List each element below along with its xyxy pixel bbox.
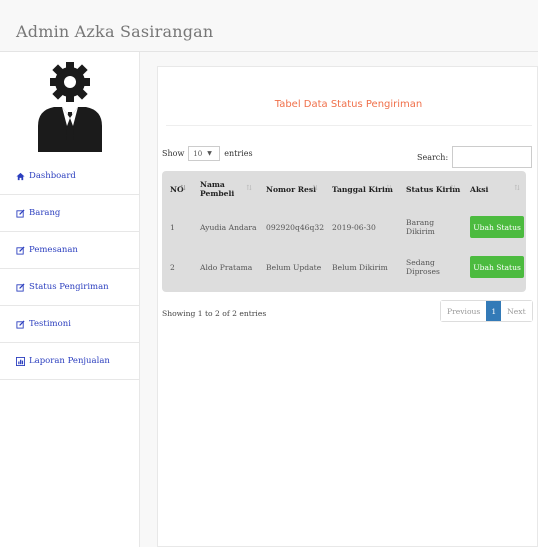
column-header-aksi[interactable]: Aksi ⇅ [462, 171, 526, 207]
sidebar-item-label: Status Pengiriman [29, 282, 109, 292]
main-content: Tabel Data Status Pengiriman Show 10 ▼ e… [157, 66, 538, 547]
sort-icon: ⇅ [514, 184, 520, 192]
home-icon [16, 172, 25, 180]
column-header-nomor-resi[interactable]: Nomor Resi ⇅ [258, 171, 324, 207]
cell-aksi: Ubah Status [462, 247, 526, 287]
edit-icon [16, 245, 25, 255]
entries-value: 10 [193, 149, 203, 158]
data-table-wrapper: NO ⇅ Nama Pembeli ⇅ Nomor Resi ⇅ Tanggal Ki… [162, 171, 526, 292]
cell-nomor-resi: Belum Update [266, 262, 322, 272]
divider [166, 125, 532, 126]
cell-status-kirim: Barang Dikirim [406, 218, 435, 236]
sidebar-item-pemesanan[interactable]: Pemesanan [0, 232, 140, 269]
cell-status-kirim: Sedang Diproses [406, 258, 440, 276]
top-navbar: Admin Azka Sasirangan [0, 0, 538, 52]
sidebar-item-label: Pemesanan [29, 245, 78, 255]
edit-icon [16, 282, 25, 292]
sidebar-item-label: Dashboard [29, 171, 76, 181]
cell-no: 2 [170, 262, 175, 272]
table-row: 2 Aldo Pratama Belum Update Belum Dikiri… [162, 247, 526, 287]
admin-avatar-icon [38, 62, 102, 152]
sort-asc-icon: ⇅ [180, 184, 186, 192]
entries-select[interactable]: 10 ▼ [188, 146, 221, 161]
brand-title[interactable]: Admin Azka Sasirangan [16, 22, 213, 41]
cell-nama-pembeli: Ayudia Andara [200, 222, 257, 232]
cell-no: 1 [170, 222, 175, 232]
search-input[interactable] [452, 146, 533, 168]
sidebar-item-label: Testimoni [29, 319, 71, 329]
column-header-no[interactable]: NO ⇅ [162, 171, 192, 207]
edit-icon [16, 208, 25, 218]
edit-icon [16, 319, 25, 329]
table-info: Showing 1 to 2 of 2 entries [162, 309, 267, 318]
cell-nomor-resi: 092920q46q32 [266, 222, 325, 232]
ubah-status-button[interactable]: Ubah Status [470, 216, 525, 238]
entries-length-control: Show 10 ▼ entries [162, 146, 253, 161]
search-label: Search: [417, 152, 449, 162]
table-header-row: NO ⇅ Nama Pembeli ⇅ Nomor Resi ⇅ Tanggal Ki… [162, 171, 526, 207]
sidebar: Dashboard Barang Pemesanan Status Pengir… [0, 52, 140, 547]
column-header-tanggal-kirim[interactable]: Tanggal Kirim ⇅ [324, 171, 398, 207]
sidebar-item-laporan-penjualan[interactable]: Laporan Penjualan [0, 343, 140, 380]
sidebar-item-label: Laporan Penjualan [29, 356, 110, 366]
cell-tanggal-kirim: 2019-06-30 [332, 222, 376, 232]
ubah-status-button[interactable]: Ubah Status [470, 256, 525, 278]
cell-tanggal-kirim: Belum Dikirim [332, 262, 388, 272]
sort-icon: ⇅ [312, 184, 319, 192]
cell-nama-pembeli: Aldo Pratama [200, 262, 253, 272]
sort-icon: ⇅ [450, 184, 457, 192]
page-title: Tabel Data Status Pengiriman [274, 99, 423, 110]
sidebar-item-barang[interactable]: Barang [0, 195, 140, 232]
column-header-nama-pembeli[interactable]: Nama Pembeli ⇅ [192, 171, 258, 207]
entries-label: entries [224, 149, 253, 158]
previous-page-button[interactable]: Previous [441, 301, 487, 321]
sidebar-item-label: Barang [29, 208, 61, 218]
cell-aksi: Ubah Status [462, 207, 526, 247]
data-table: NO ⇅ Nama Pembeli ⇅ Nomor Resi ⇅ Tanggal Ki… [162, 171, 526, 287]
sidebar-item-status-pengiriman[interactable]: Status Pengiriman [0, 269, 140, 306]
page-1-button[interactable]: 1 [486, 301, 502, 321]
chart-icon [16, 356, 25, 366]
next-page-button[interactable]: Next [501, 301, 532, 321]
pagination: Previous 1 Next [440, 300, 533, 322]
sidebar-item-dashboard[interactable]: Dashboard [0, 158, 140, 195]
sidebar-item-testimoni[interactable]: Testimoni [0, 306, 140, 343]
column-header-status-kirim[interactable]: Status Kirim ⇅ [398, 171, 462, 207]
sort-icon: ⇅ [386, 184, 393, 192]
caret-down-icon: ▼ [207, 150, 212, 157]
table-row: 1 Ayudia Andara 092920q46q32 2019-06-30 … [162, 207, 526, 247]
panel: Tabel Data Status Pengiriman Show 10 ▼ e… [157, 66, 538, 547]
search-control: Search: [417, 146, 533, 168]
sort-icon: ⇅ [246, 184, 252, 192]
show-label: Show [162, 149, 185, 158]
